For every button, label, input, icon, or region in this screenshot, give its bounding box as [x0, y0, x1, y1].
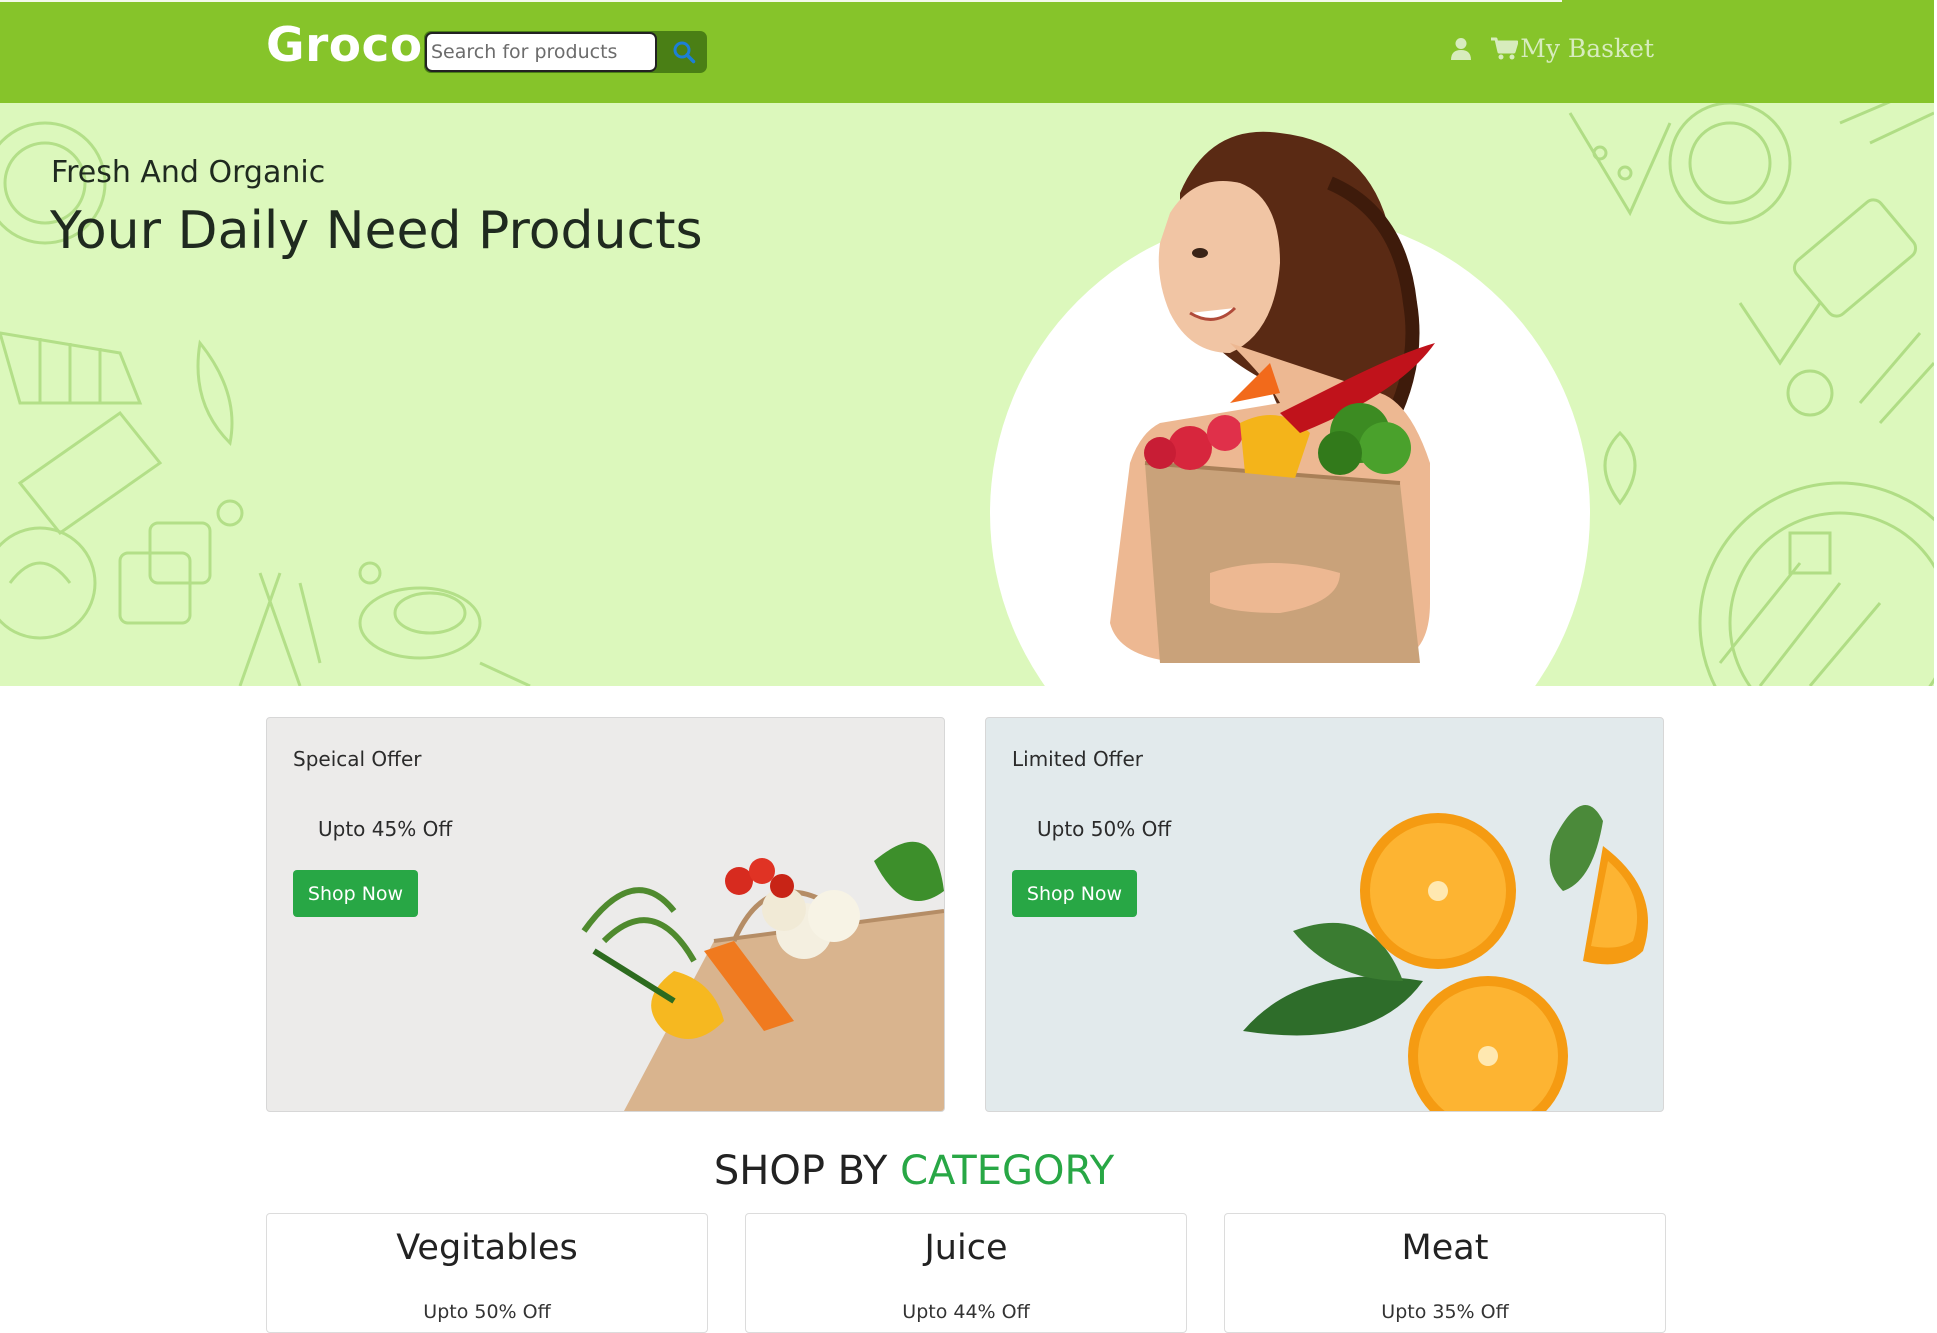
food-doodle-right: [1568, 103, 1934, 686]
user-icon[interactable]: [1451, 37, 1472, 61]
offer-label: Speical Offer: [293, 747, 422, 771]
category-name: Juice: [924, 1228, 1008, 1268]
offer-discount: Upto 45% Off: [318, 817, 453, 841]
search-icon: [673, 41, 695, 64]
category-discount: Upto 44% Off: [902, 1301, 1030, 1323]
food-doodle-left: [0, 121, 531, 686]
special-offer-card: Speical Offer Upto 45% Off Shop Now: [266, 717, 945, 1112]
category-card-juice[interactable]: Juice Upto 44% Off: [745, 1213, 1187, 1333]
category-name: Meat: [1401, 1228, 1489, 1268]
nav-actions: My Basket: [1451, 34, 1654, 63]
navbar-top-line: [0, 0, 1562, 2]
offer-discount: Upto 50% Off: [1037, 817, 1172, 841]
hero-title: Your Daily Need Products: [50, 201, 703, 261]
offer-label: Limited Offer: [1012, 747, 1143, 771]
category-name: Vegitables: [396, 1228, 578, 1268]
cart-icon: [1491, 37, 1519, 59]
my-basket-label: My Basket: [1520, 34, 1654, 63]
hero-subtitle: Fresh And Organic: [51, 155, 326, 190]
category-heading-part2: CATEGORY: [900, 1148, 1115, 1194]
search-button[interactable]: [660, 31, 707, 73]
category-discount: Upto 50% Off: [423, 1301, 551, 1323]
vegetable-bag-image: [581, 841, 944, 1111]
orange-slices-image: [1243, 805, 1648, 1111]
shop-now-button[interactable]: Shop Now: [293, 870, 418, 917]
search-input[interactable]: [425, 32, 657, 72]
category-discount: Upto 35% Off: [1381, 1301, 1509, 1323]
navbar: Groco My Basket: [0, 0, 1934, 103]
my-basket-link[interactable]: My Basket: [1491, 34, 1654, 63]
woman-with-grocery-bag-image: [990, 131, 1590, 686]
category-card-vegitables[interactable]: Vegitables Upto 50% Off: [266, 1213, 708, 1333]
hero-banner: Fresh And Organic Your Daily Need Produc…: [0, 103, 1934, 686]
search-bar: [424, 31, 707, 73]
limited-offer-card: Limited Offer Upto 50% Off Shop Now: [985, 717, 1664, 1112]
shop-now-button[interactable]: Shop Now: [1012, 870, 1137, 917]
brand-logo[interactable]: Groco: [266, 18, 423, 73]
category-heading: SHOP BY CATEGORY: [0, 1148, 1828, 1194]
category-card-meat[interactable]: Meat Upto 35% Off: [1224, 1213, 1666, 1333]
category-heading-part1: SHOP BY: [713, 1148, 888, 1194]
